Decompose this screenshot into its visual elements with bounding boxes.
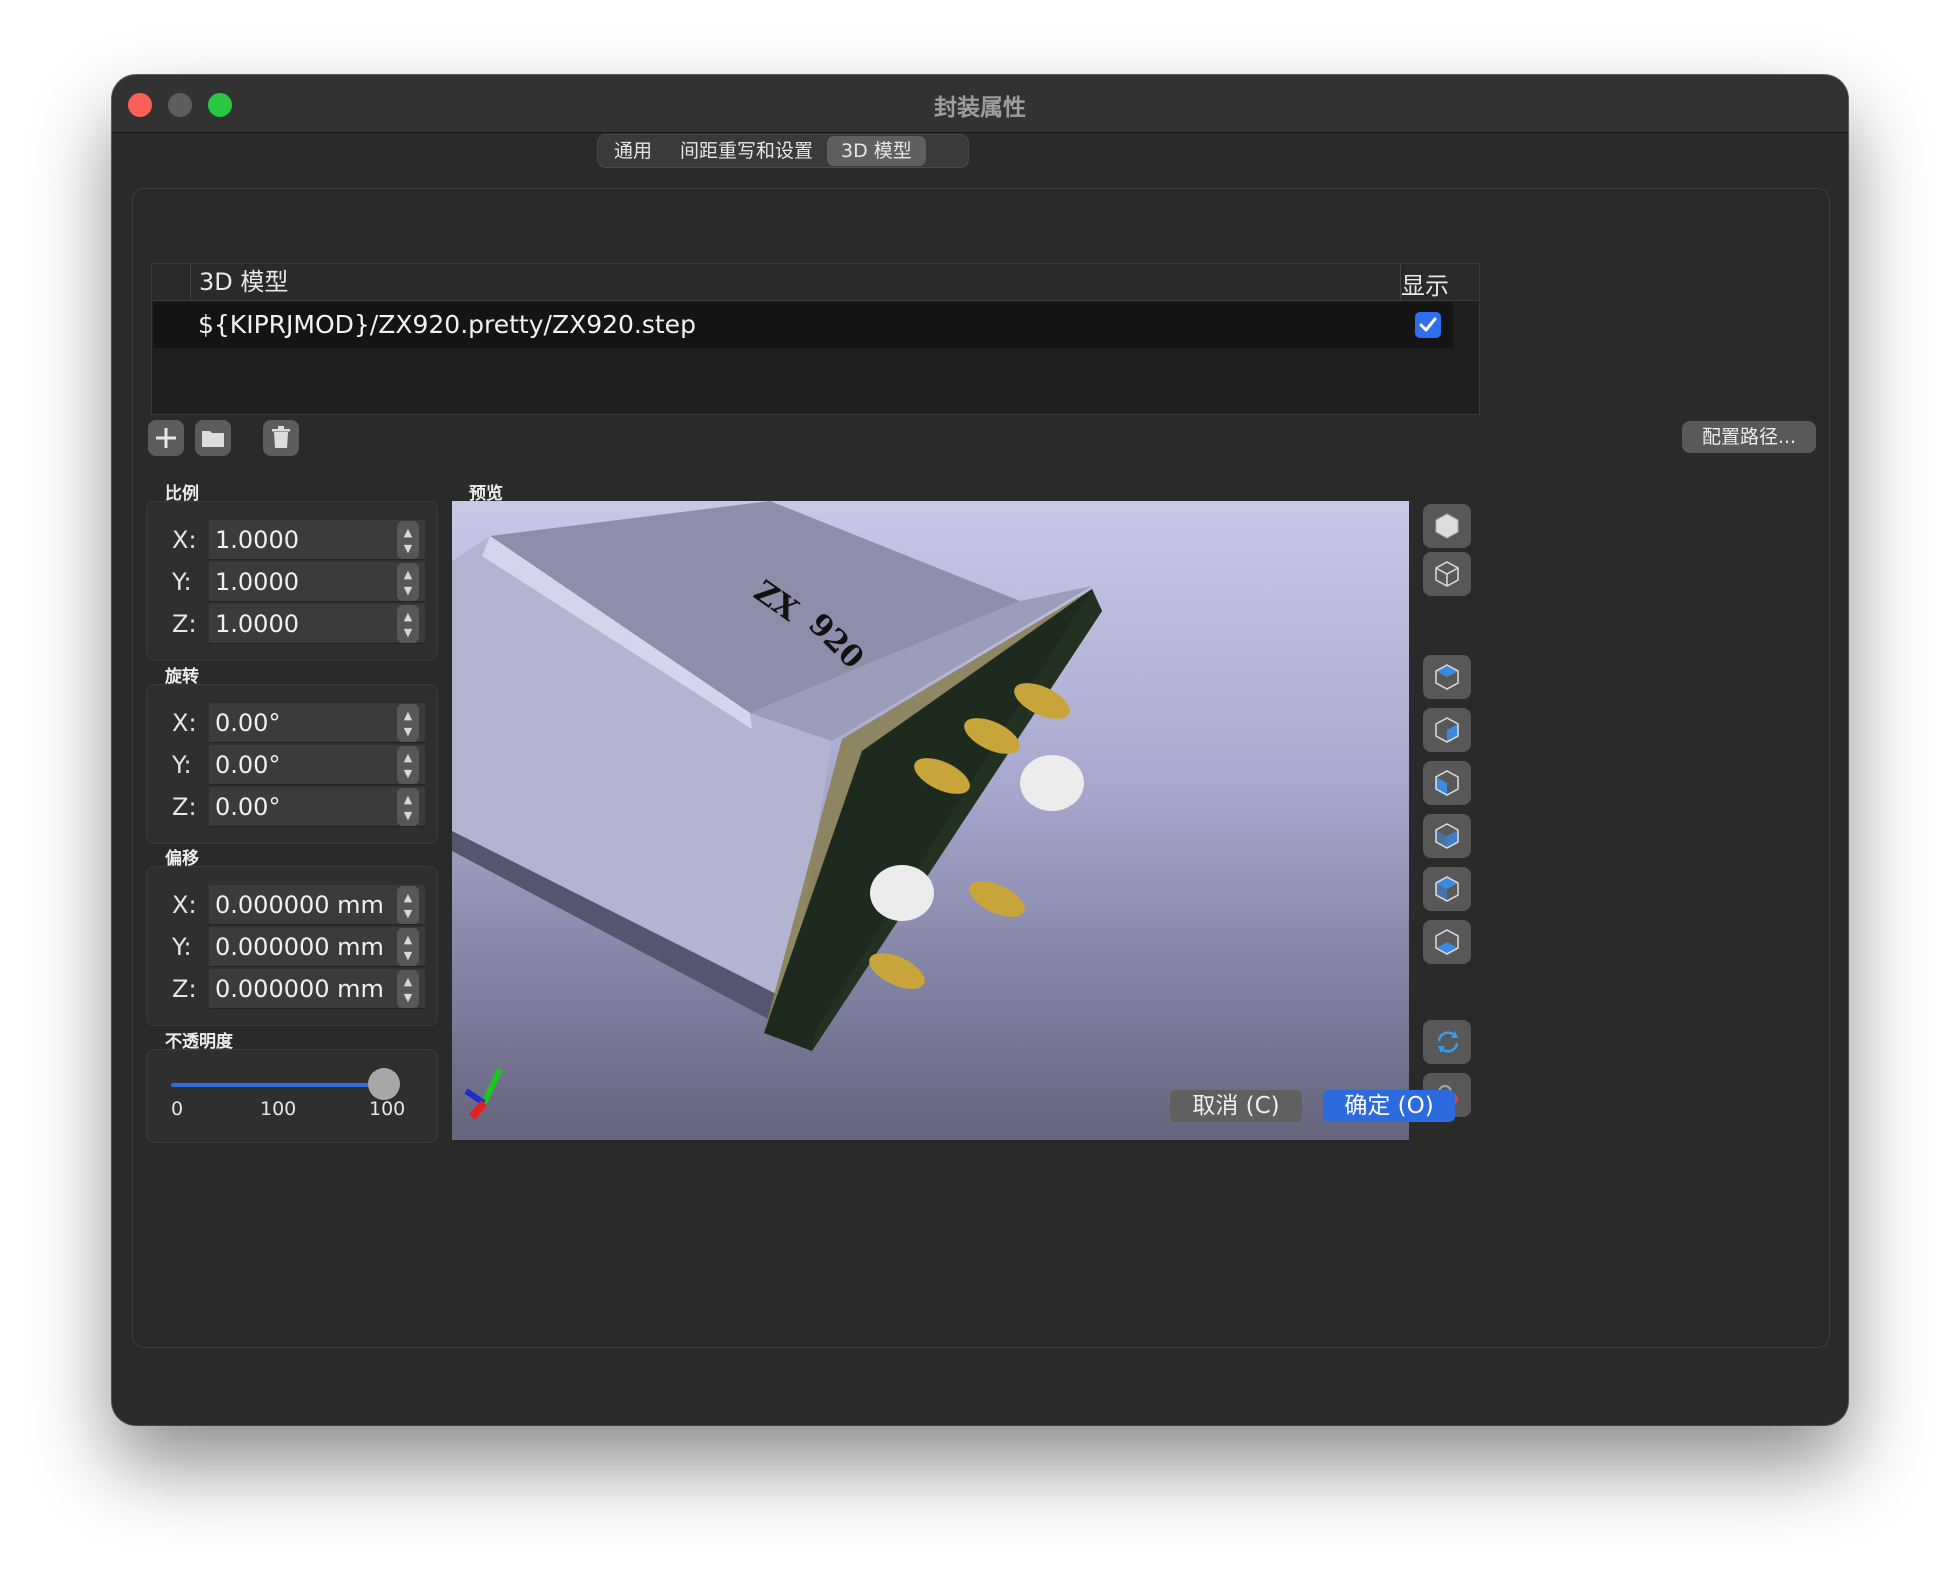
view-3d-wire-button[interactable] — [1423, 552, 1471, 596]
rotation-z-stepper[interactable]: ▲ ▼ — [397, 788, 419, 826]
rotation-x-label: X: — [172, 709, 197, 737]
axes-gizmo-icon — [464, 1067, 503, 1120]
opacity-current-label: 100 — [260, 1098, 297, 1120]
delete-model-button[interactable] — [263, 420, 299, 456]
offset-x-input[interactable]: 0.000000 mm — [209, 885, 425, 925]
show-checkbox[interactable] — [1415, 312, 1441, 338]
rotation-z-label: Z: — [172, 793, 197, 821]
tab-3d-models[interactable]: 3D 模型 — [827, 136, 926, 166]
view-3d-wire-icon — [1435, 561, 1459, 587]
tab-general[interactable]: 通用 — [600, 136, 666, 166]
configure-paths-button[interactable]: 配置路径... — [1682, 421, 1816, 453]
table-row[interactable]: ${KIPRJMOD}/ZX920.pretty/ZX920.step — [154, 302, 1453, 348]
scale-x-row: X: 1.0000 ▲ ▼ — [147, 520, 437, 560]
rotation-y-row: Y: 0.00° ▲ ▼ — [147, 745, 437, 785]
scale-y-stepper[interactable]: ▲ ▼ — [397, 563, 419, 601]
column-header-show[interactable]: 显示 — [1395, 264, 1451, 300]
view-front-button[interactable] — [1423, 867, 1471, 911]
rotation-x-row: X: 0.00° ▲ ▼ — [147, 703, 437, 743]
scale-y-label: Y: — [172, 568, 192, 596]
rotation-y-input[interactable]: 0.00° — [209, 745, 425, 785]
add-model-button[interactable] — [148, 420, 184, 456]
table-header: 3D 模型 显示 — [152, 264, 1479, 301]
3d-model-render: ZX 920 — [452, 501, 1102, 1120]
view-right-icon — [1435, 823, 1459, 849]
dialog-window: 封装属性 3D 模型 显示 ${KIPRJMOD}/ZX920.pretty/Z… — [112, 75, 1848, 1425]
offset-z-row: Z: 0.000000 mm ▲ ▼ — [147, 969, 437, 1009]
view-3d-solid-icon — [1435, 513, 1459, 539]
offset-y-stepper[interactable]: ▲ ▼ — [397, 928, 419, 966]
view-left-icon — [1435, 770, 1459, 796]
rotation-group: X: 0.00° ▲ ▼ Y: 0.00° ▲ ▼ Z: 0.00° ▲ ▼ — [146, 684, 438, 844]
opacity-max-label: 100 — [369, 1098, 406, 1120]
offset-z-stepper[interactable]: ▲ ▼ — [397, 970, 419, 1008]
view-right-button[interactable] — [1423, 814, 1471, 858]
opacity-min-label: 0 — [171, 1098, 184, 1120]
cancel-button[interactable]: 取消 (C) — [1170, 1090, 1302, 1122]
reload-button[interactable] — [1423, 1020, 1471, 1064]
rotation-y-stepper[interactable]: ▲ ▼ — [397, 746, 419, 784]
trash-icon — [272, 426, 290, 448]
models-table: 3D 模型 显示 ${KIPRJMOD}/ZX920.pretty/ZX920.… — [151, 263, 1480, 415]
offset-y-label: Y: — [172, 933, 192, 961]
offset-group: X: 0.000000 mm ▲ ▼ Y: 0.000000 mm ▲ ▼ Z: 0… — [146, 866, 438, 1026]
rotation-y-label: Y: — [172, 751, 192, 779]
rotation-z-row: Z: 0.00° ▲ ▼ — [147, 787, 437, 827]
rotation-z-input[interactable]: 0.00° — [209, 787, 425, 827]
scale-y-row: Y: 1.0000 ▲ ▼ — [147, 562, 437, 602]
folder-icon — [202, 431, 224, 447]
opacity-group: 0 100 100 — [146, 1049, 438, 1143]
offset-x-label: X: — [172, 891, 197, 919]
column-header-model[interactable]: 3D 模型 — [190, 264, 1401, 300]
scale-z-stepper[interactable]: ▲ ▼ — [397, 605, 419, 643]
scale-x-label: X: — [172, 526, 197, 554]
view-top-button[interactable] — [1423, 655, 1471, 699]
offset-y-input[interactable]: 0.000000 mm — [209, 927, 425, 967]
scale-y-input[interactable]: 1.0000 — [209, 562, 425, 602]
opacity-slider-track[interactable] — [171, 1083, 383, 1087]
offset-z-label: Z: — [172, 975, 197, 1003]
scale-z-row: Z: 1.0000 ▲ ▼ — [147, 604, 437, 644]
tab-clearance-overrides[interactable]: 间距重写和设置 — [666, 136, 827, 166]
view-back-button[interactable] — [1423, 920, 1471, 964]
view-3d-solid-button[interactable] — [1423, 504, 1471, 548]
plus-icon — [156, 428, 176, 448]
offset-y-row: Y: 0.000000 mm ▲ ▼ — [147, 927, 437, 967]
view-bottom-icon — [1435, 717, 1459, 743]
view-back-icon — [1435, 929, 1459, 955]
offset-x-row: X: 0.000000 mm ▲ ▼ — [147, 885, 437, 925]
view-bottom-button[interactable] — [1423, 708, 1471, 752]
rotation-x-stepper[interactable]: ▲ ▼ — [397, 704, 419, 742]
browse-model-button[interactable] — [195, 420, 231, 456]
checkmark-icon — [1419, 317, 1437, 332]
title-bar: 封装属性 — [112, 75, 1848, 133]
scale-x-input[interactable]: 1.0000 — [209, 520, 425, 560]
model-path: ${KIPRJMOD}/ZX920.pretty/ZX920.step — [198, 310, 696, 339]
rotation-x-input[interactable]: 0.00° — [209, 703, 425, 743]
scale-z-label: Z: — [172, 610, 197, 638]
reload-icon — [1437, 1031, 1459, 1053]
offset-z-input[interactable]: 0.000000 mm — [209, 969, 425, 1009]
tab-bar: 通用 间距重写和设置 3D 模型 — [597, 134, 969, 168]
view-top-icon — [1435, 664, 1459, 690]
tab-panel: 3D 模型 显示 ${KIPRJMOD}/ZX920.pretty/ZX920.… — [132, 188, 1830, 1348]
view-left-button[interactable] — [1423, 761, 1471, 805]
offset-x-stepper[interactable]: ▲ ▼ — [397, 886, 419, 924]
view-front-icon — [1435, 876, 1459, 902]
3d-preview-canvas[interactable]: ZX 920 — [452, 501, 1409, 1140]
window-title: 封装属性 — [934, 95, 1026, 121]
opacity-slider-knob[interactable] — [368, 1068, 400, 1100]
scale-x-stepper[interactable]: ▲ ▼ — [397, 521, 419, 559]
scale-group: X: 1.0000 ▲ ▼ Y: 1.0000 ▲ ▼ Z: 1.0000 ▲ ▼ — [146, 501, 438, 661]
ok-button[interactable]: 确定 (O) — [1323, 1090, 1455, 1122]
scale-z-input[interactable]: 1.0000 — [209, 604, 425, 644]
